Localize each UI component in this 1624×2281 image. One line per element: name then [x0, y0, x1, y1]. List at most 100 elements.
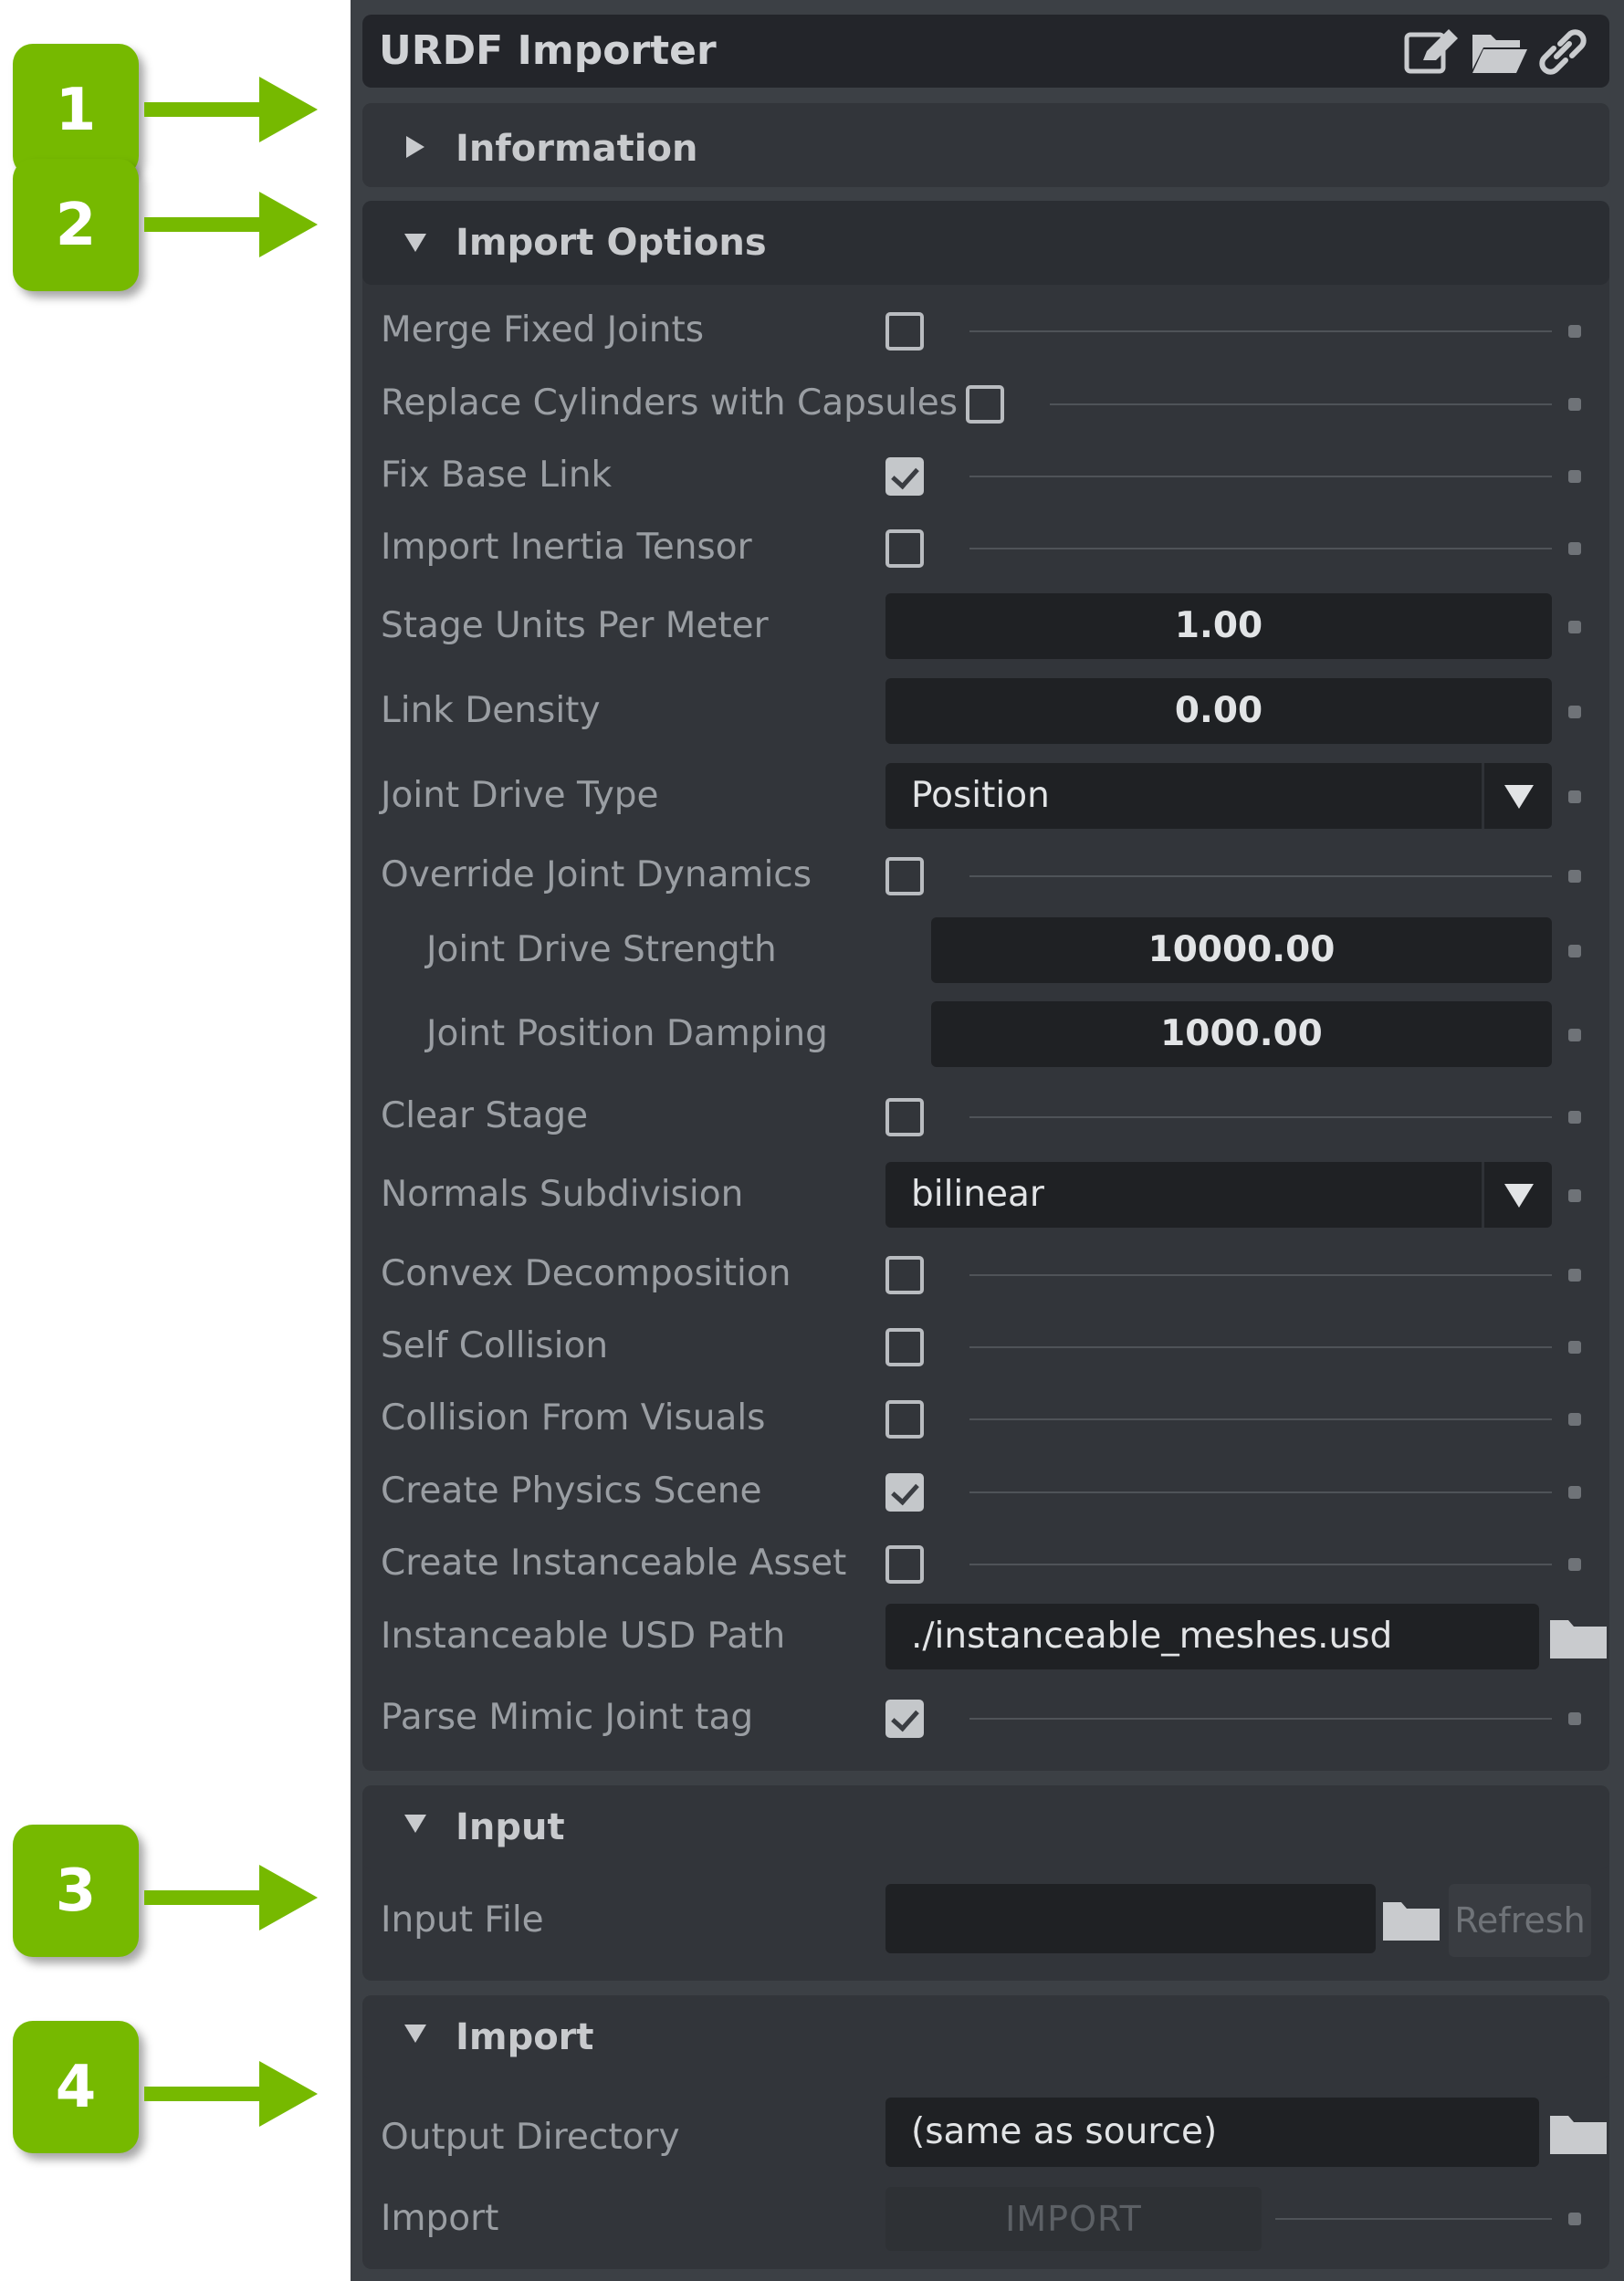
row-divider: [969, 1346, 1552, 1348]
reset-indicator[interactable]: [1568, 1111, 1581, 1124]
folder-icon[interactable]: [1548, 1615, 1608, 1662]
reset-indicator[interactable]: [1568, 621, 1581, 633]
folder-open-icon[interactable]: [1471, 27, 1529, 77]
reset-indicator[interactable]: [1568, 325, 1581, 338]
reset-indicator[interactable]: [1568, 2213, 1581, 2225]
row-joint-drive-type: Joint Drive Type Position: [362, 763, 1609, 829]
reset-indicator[interactable]: [1568, 1413, 1581, 1426]
dropdown-value: Position: [911, 775, 1050, 816]
option-label: Import Inertia Tensor: [381, 527, 752, 568]
row-divider: [969, 1564, 1552, 1565]
reset-indicator[interactable]: [1568, 542, 1581, 555]
reset-indicator[interactable]: [1568, 790, 1581, 803]
callout-arrow: [144, 1865, 318, 1930]
create-instanceable-checkbox[interactable]: [885, 1545, 924, 1584]
reset-indicator[interactable]: [1568, 1269, 1581, 1282]
triangle-down-icon: [404, 234, 426, 252]
reset-indicator[interactable]: [1568, 706, 1581, 718]
option-label: Collision From Visuals: [381, 1397, 766, 1439]
callout-arrow: [144, 77, 318, 142]
row-collision-from-visuals: Collision From Visuals: [362, 1386, 1609, 1451]
section-header-import-options[interactable]: Import Options: [362, 201, 1609, 285]
option-label: Output Directory: [381, 2117, 680, 2158]
row-divider: [969, 476, 1552, 477]
callout-2: 2: [13, 159, 332, 291]
reset-indicator[interactable]: [1568, 470, 1581, 483]
reset-indicator[interactable]: [1568, 398, 1581, 411]
output-directory-input[interactable]: (same as source): [885, 2098, 1539, 2167]
row-divider: [969, 548, 1552, 549]
dropdown-value: bilinear: [911, 1174, 1044, 1215]
self-collision-checkbox[interactable]: [885, 1328, 924, 1366]
joint-position-damping-field[interactable]: 1000.00: [931, 1001, 1552, 1067]
parse-mimic-checkbox[interactable]: [885, 1700, 924, 1738]
import-inertia-checkbox[interactable]: [885, 529, 924, 568]
stage-units-field[interactable]: 1.00: [885, 593, 1552, 659]
section-header-import[interactable]: Import: [362, 1995, 1609, 2079]
reset-indicator[interactable]: [1568, 1558, 1581, 1571]
section-label: Information: [456, 128, 698, 170]
folder-icon[interactable]: [1548, 2110, 1608, 2158]
reset-indicator[interactable]: [1568, 1341, 1581, 1354]
refresh-button[interactable]: Refresh: [1449, 1884, 1591, 1957]
reset-indicator[interactable]: [1568, 870, 1581, 883]
section-information: Information: [362, 103, 1609, 187]
option-label: Normals Subdivision: [381, 1174, 744, 1215]
callout-1: 1: [13, 44, 332, 176]
option-label: Stage Units Per Meter: [381, 605, 769, 646]
section-header-information[interactable]: Information: [362, 103, 1609, 187]
row-divider: [969, 1718, 1552, 1720]
option-label: Clear Stage: [381, 1095, 589, 1136]
callout-arrow: [144, 2061, 318, 2127]
callout-badge: 1: [13, 44, 139, 176]
replace-cylinders-checkbox[interactable]: [966, 385, 1004, 424]
triangle-down-icon: [404, 1815, 426, 1833]
edit-icon[interactable]: [1403, 27, 1462, 77]
option-label: Link Density: [381, 690, 601, 731]
clear-stage-checkbox[interactable]: [885, 1098, 924, 1136]
section-header-input[interactable]: Input: [362, 1785, 1609, 1869]
row-divider: [1050, 403, 1552, 405]
row-import: Import IMPORT: [362, 2187, 1609, 2251]
triangle-down-icon: [404, 2025, 426, 2043]
option-label: Joint Drive Type: [381, 775, 659, 816]
import-button[interactable]: IMPORT: [885, 2187, 1262, 2251]
joint-drive-strength-field[interactable]: 10000.00: [931, 917, 1552, 983]
normals-subdivision-dropdown[interactable]: bilinear: [885, 1162, 1552, 1228]
convex-decomposition-checkbox[interactable]: [885, 1256, 924, 1294]
callout-4: 4: [13, 2021, 332, 2153]
option-label: Input File: [381, 1899, 544, 1941]
reset-indicator[interactable]: [1568, 1486, 1581, 1499]
window-titlebar: URDF Importer: [362, 15, 1609, 88]
option-label: Create Instanceable Asset: [381, 1543, 847, 1584]
row-divider: [969, 1274, 1552, 1276]
input-file-field[interactable]: [885, 1884, 1376, 1953]
instanceable-path-input[interactable]: ./instanceable_meshes.usd: [885, 1604, 1539, 1669]
row-clear-stage: Clear Stage: [362, 1083, 1609, 1149]
fix-base-link-checkbox[interactable]: [885, 457, 924, 496]
row-divider: [969, 330, 1552, 332]
section-label: Import: [456, 2016, 594, 2058]
link-icon[interactable]: [1535, 27, 1593, 77]
override-dynamics-checkbox[interactable]: [885, 857, 924, 895]
window-title: URDF Importer: [379, 27, 717, 74]
link-density-field[interactable]: 0.00: [885, 678, 1552, 744]
collision-from-visuals-checkbox[interactable]: [885, 1400, 924, 1439]
option-label: Joint Position Damping: [426, 1013, 828, 1054]
chevron-down-icon: [1504, 785, 1534, 809]
chevron-down-icon: [1504, 1184, 1534, 1208]
option-label: Import: [381, 2198, 499, 2239]
section-label: Import Options: [456, 222, 767, 264]
create-physics-scene-checkbox[interactable]: [885, 1473, 924, 1512]
reset-indicator[interactable]: [1568, 1029, 1581, 1041]
row-create-instanceable: Create Instanceable Asset: [362, 1531, 1609, 1596]
merge-fixed-joints-checkbox[interactable]: [885, 312, 924, 351]
reset-indicator[interactable]: [1568, 1189, 1581, 1202]
joint-drive-type-dropdown[interactable]: Position: [885, 763, 1552, 829]
reset-indicator[interactable]: [1568, 945, 1581, 957]
row-override-dynamics: Override Joint Dynamics: [362, 842, 1609, 908]
reset-indicator[interactable]: [1568, 1712, 1581, 1725]
row-input-file: Input File Refresh: [362, 1884, 1609, 1957]
option-label: Replace Cylinders with Capsules: [381, 382, 959, 424]
folder-icon[interactable]: [1381, 1897, 1441, 1944]
